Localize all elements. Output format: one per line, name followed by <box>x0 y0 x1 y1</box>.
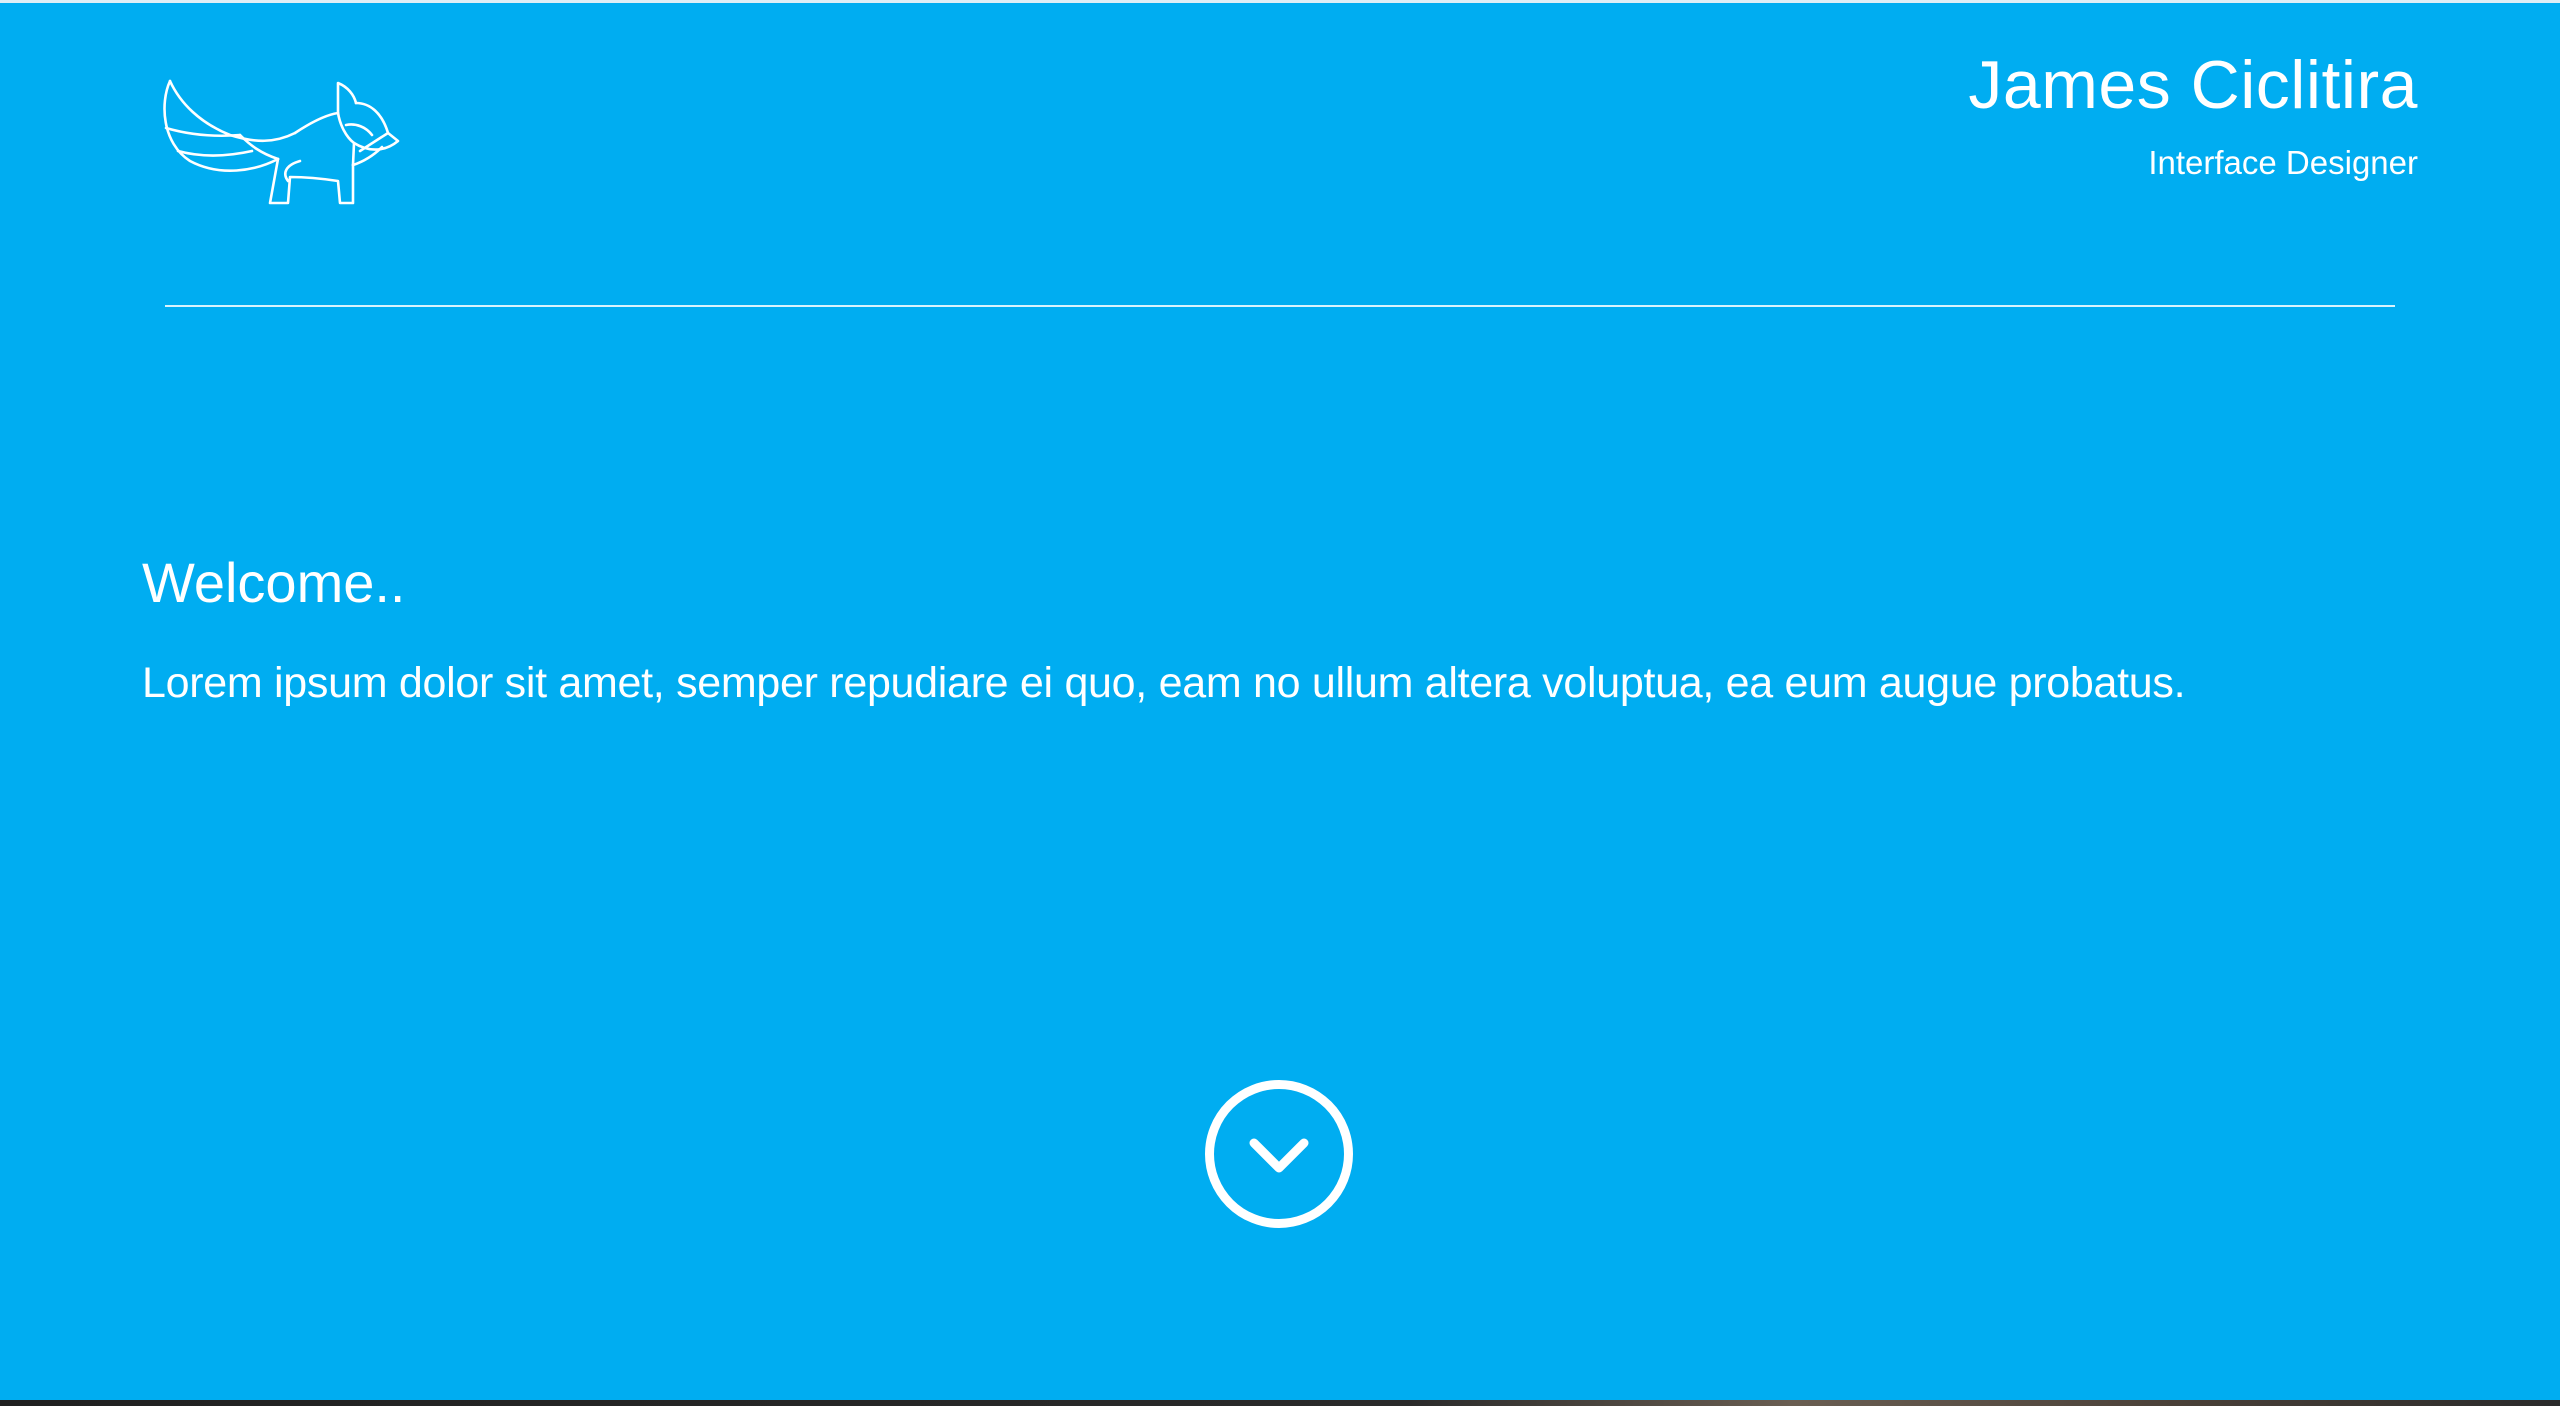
page: James Ciclitira Interface Designer Welco… <box>0 0 2560 1400</box>
fox-logo-icon[interactable] <box>160 73 400 213</box>
site-owner-role: Interface Designer <box>2148 144 2418 181</box>
header-divider <box>165 305 2395 307</box>
scroll-down-button[interactable] <box>1205 1080 1353 1228</box>
chevron-down-icon <box>1249 1138 1309 1173</box>
site-identity: James Ciclitira Interface Designer <box>1968 45 2418 183</box>
hero-intro-text: Lorem ipsum dolor sit amet, semper repud… <box>142 659 2186 707</box>
hero-heading: Welcome.. <box>142 551 406 614</box>
background-edge <box>0 1400 2560 1406</box>
site-owner-name[interactable]: James Ciclitira <box>1968 45 2418 125</box>
